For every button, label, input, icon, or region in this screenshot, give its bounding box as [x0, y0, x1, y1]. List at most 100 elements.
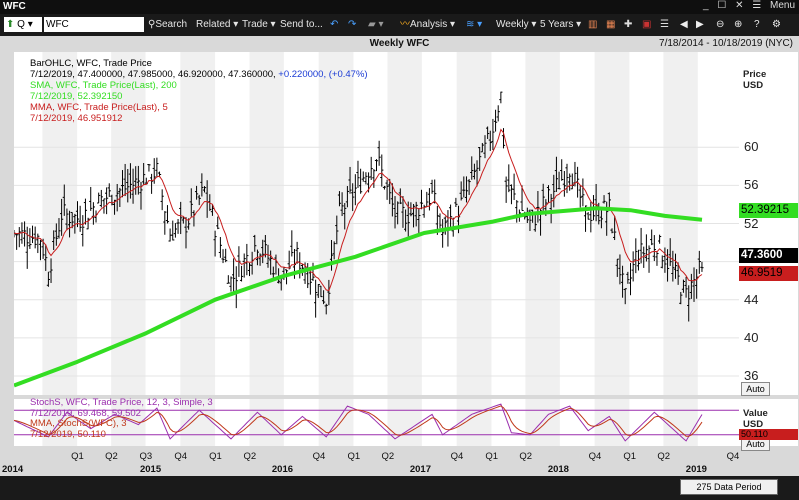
legend-sma-value: 7/12/2019, 52.392150: [30, 91, 123, 102]
quarter-shade: [456, 399, 492, 446]
undo-icon[interactable]: ↶: [330, 18, 338, 32]
line-chart-icon[interactable]: ▦: [606, 18, 615, 32]
time-tick-label: 2016: [271, 464, 294, 475]
crosshair-icon[interactable]: ✚: [624, 18, 632, 32]
analysis-icon: 〰: [400, 19, 410, 30]
sma-price-box: 52.39215: [739, 203, 798, 218]
last-price-box: 47.3600: [739, 248, 798, 263]
analysis-menu[interactable]: 〰Analysis ▾: [400, 18, 455, 32]
zoom-out-icon[interactable]: ⊖: [716, 18, 724, 32]
zoom-in-icon[interactable]: ⊕: [734, 18, 742, 32]
symbol-input[interactable]: WFC: [44, 17, 144, 32]
window-title: WFC: [3, 1, 26, 12]
range-label: 5 Years: [540, 19, 574, 30]
trade-label: Trade: [242, 19, 268, 30]
options-icon[interactable]: ⚙: [772, 18, 781, 32]
price-tick-label: 40: [744, 329, 759, 345]
time-tick-label: Q4: [312, 451, 326, 462]
interval-label: Weekly: [496, 19, 529, 30]
up-arrow-icon: ⬆: [6, 19, 15, 30]
time-tick-label: 2017: [409, 464, 431, 475]
time-tick-label: Q1: [347, 451, 361, 462]
legend-stoch-title: StochS, WFC, Trade Price, 12, 3, Simple,…: [30, 397, 213, 408]
main-legend: BarOHLC, WFC, Trade Price 7/12/2019, 47.…: [30, 58, 368, 124]
price-tick-label: 60: [744, 139, 759, 155]
help-icon[interactable]: ?: [754, 18, 760, 32]
legend-stoch-mma-value: 7/12/2019, 50.110: [30, 428, 106, 440]
window-controls: _ ☐ ✕ ☰ Menu: [697, 0, 795, 11]
search-button[interactable]: ⚲Search: [148, 18, 187, 32]
time-tick-label: 2014: [2, 464, 24, 475]
legend-bar-title: BarOHLC, WFC, Trade Price: [30, 58, 152, 69]
maximize-button[interactable]: ☐: [717, 0, 726, 11]
legend-stoch-mma-title: MMA, StochS(WFC), 3: [30, 418, 127, 429]
price-tick-label: 44: [744, 291, 759, 307]
close-button[interactable]: ✕: [735, 0, 743, 11]
toolbar: ⬆ Q ▾ WFC ⚲Search Related ▾ Trade ▾ Send…: [0, 14, 799, 36]
time-tick-label: Q2: [105, 451, 118, 462]
quarter-shade: [387, 399, 422, 446]
folder-icon[interactable]: ▰ ▾: [368, 18, 384, 32]
quarter-shade: [249, 399, 284, 446]
symbol-value: WFC: [46, 19, 69, 30]
data-period-selector[interactable]: 275 Data Period: [680, 479, 778, 495]
legend-mma-title: MMA, WFC, Trade Price(Last), 5: [30, 102, 168, 113]
time-tick-label: Q1: [623, 451, 637, 462]
legend-sma-title: SMA, WFC, Trade Price(Last), 200: [30, 80, 177, 91]
related-menu[interactable]: Related ▾: [196, 18, 238, 32]
time-tick-label: 2019: [685, 464, 707, 475]
interval-selector[interactable]: Weekly ▾: [496, 18, 536, 32]
time-tick-label: Q4: [450, 451, 464, 462]
legend-mma-value: 7/12/2019, 46.951912: [30, 113, 123, 124]
scroll-left-icon[interactable]: ◀: [680, 18, 688, 32]
time-tick-label: 2018: [547, 464, 569, 475]
symbol-type-selector[interactable]: ⬆ Q ▾: [4, 17, 42, 32]
stoch-value-box: 50.110: [739, 429, 798, 440]
chevron-down-icon: ▾: [27, 19, 33, 30]
time-tick-label: Q2: [657, 451, 671, 462]
range-selector[interactable]: 5 Years ▾: [540, 18, 581, 32]
price-tick-label: 36: [744, 367, 759, 383]
symbol-type-label: Q: [17, 19, 25, 30]
chart-type-icon[interactable]: ▥: [588, 18, 597, 32]
price-axis-title-2: USD: [743, 80, 764, 91]
send-to-label: Send to...: [280, 19, 323, 30]
settings-icon[interactable]: ≋ ▾: [466, 18, 482, 32]
value-axis-title: Value USD: [743, 408, 768, 430]
time-tick-label: Q3: [139, 451, 153, 462]
search-label: Search: [155, 19, 188, 30]
window-title-bar: WFC _ ☐ ✕ ☰ Menu: [0, 0, 799, 14]
scroll-right-icon[interactable]: ▶: [696, 18, 704, 32]
stoch-legend: StochS, WFC, Trade Price, 12, 3, Simple,…: [30, 397, 213, 440]
time-tick-label: Q4: [726, 451, 740, 462]
mma-price-box: 46.9519: [739, 266, 798, 281]
date-range: 7/18/2014 - 10/18/2019 (NYC): [659, 38, 793, 49]
zoom-icon[interactable]: ▣: [642, 18, 651, 32]
price-axis-title-1: Price: [743, 69, 767, 80]
time-tick-label: Q1: [209, 451, 222, 462]
price-auto-button[interactable]: Auto: [741, 382, 770, 396]
minimize-button[interactable]: _: [703, 0, 709, 11]
related-label: Related: [196, 19, 231, 30]
menu-button[interactable]: ☰ Menu: [752, 0, 795, 11]
price-tick-label: 56: [744, 177, 759, 193]
time-tick-label: Q2: [519, 451, 533, 462]
time-tick-label: Q2: [243, 451, 257, 462]
time-tick-label: Q4: [174, 451, 187, 462]
time-tick-label: Q1: [485, 451, 499, 462]
menu-label: Menu: [769, 0, 795, 11]
quarter-shade: [663, 399, 698, 446]
list-icon[interactable]: ☰: [660, 18, 669, 32]
redo-icon[interactable]: ↷: [348, 18, 356, 32]
time-tick-label: 2015: [139, 464, 162, 475]
send-to-menu[interactable]: Send to...: [280, 18, 323, 32]
value-axis-title-1: Value: [743, 408, 768, 419]
quarter-shade: [525, 399, 560, 446]
time-tick-label: Q4: [588, 451, 602, 462]
price-axis-title: Price USD: [743, 69, 766, 91]
time-tick-label: Q1: [71, 451, 84, 462]
trade-menu[interactable]: Trade ▾: [242, 18, 276, 32]
legend-bar-values: 7/12/2019, 47.400000, 47.985000, 46.9200…: [30, 69, 368, 80]
analysis-label: Analysis: [410, 19, 448, 30]
time-tick-label: Q2: [381, 451, 395, 462]
